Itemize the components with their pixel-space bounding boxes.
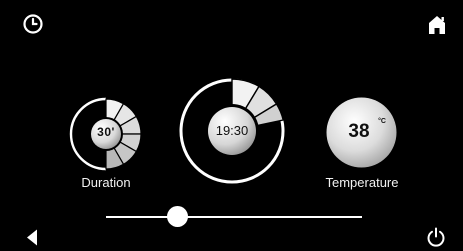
temperature-dial[interactable]: 38 °C — [325, 96, 398, 169]
power-icon[interactable] — [426, 227, 446, 247]
slider-track[interactable] — [106, 216, 362, 218]
back-arrow-icon[interactable] — [26, 229, 38, 246]
temperature-label: Temperature — [325, 175, 399, 190]
duration-value: 30' — [97, 125, 115, 139]
time-dial[interactable]: 19:30 — [178, 77, 286, 185]
duration-label: Duration — [81, 175, 131, 190]
slider-thumb[interactable] — [167, 206, 188, 227]
temperature-value: 38 — [348, 121, 370, 142]
clock-icon[interactable] — [22, 13, 44, 35]
slider[interactable] — [106, 205, 362, 229]
home-icon[interactable] — [428, 15, 446, 35]
temperature-unit: °C — [378, 118, 386, 125]
time-value: 19:30 — [215, 123, 249, 138]
duration-dial[interactable]: 30' — [68, 96, 144, 172]
